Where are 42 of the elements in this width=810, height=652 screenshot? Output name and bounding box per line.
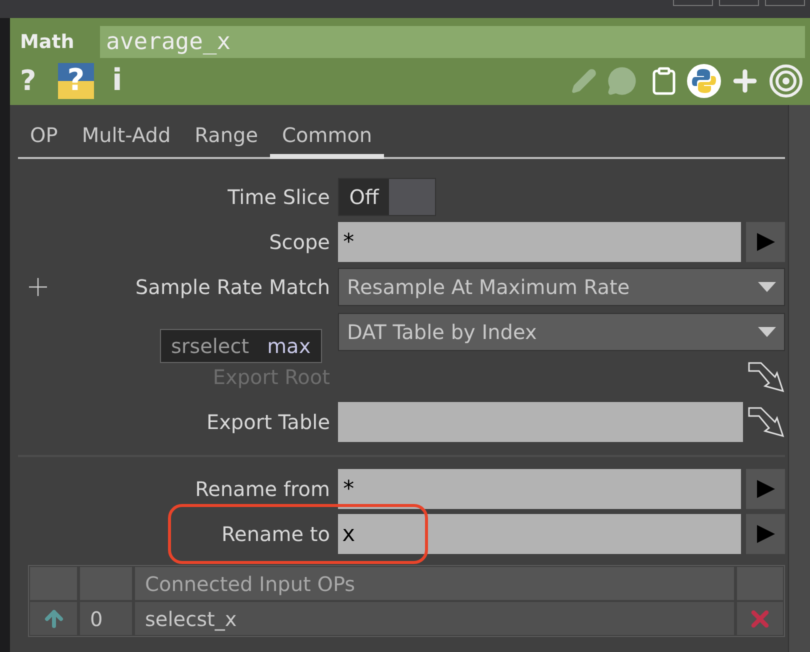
param-label: Time Slice: [228, 184, 330, 211]
pencil-icon[interactable]: [571, 68, 597, 94]
python-icon[interactable]: [687, 64, 721, 98]
text-field[interactable]: x: [338, 514, 741, 554]
tab[interactable]: Common: [270, 120, 384, 159]
comment-icon[interactable]: [607, 66, 637, 96]
text-field[interactable]: *: [338, 469, 741, 509]
play-icon: [756, 479, 776, 499]
tooltip-name: srselect: [171, 333, 250, 360]
tab[interactable]: OP: [18, 120, 70, 159]
dropdown-caret-icon: [758, 327, 776, 337]
table-cell: selecst_x: [135, 602, 734, 635]
play-button[interactable]: [746, 514, 785, 554]
play-icon: [756, 524, 776, 544]
dropdown-caret-icon: [758, 282, 776, 292]
tab[interactable]: Mult-Add: [70, 120, 183, 159]
table-cell: 0: [80, 602, 132, 635]
window-button[interactable]: [673, 0, 713, 6]
dropdown-menu[interactable]: DAT Table by Index: [338, 313, 785, 351]
tooltip-value: max: [267, 333, 311, 360]
table-header-cell: Connected Input OPs: [135, 567, 734, 600]
info-icon[interactable]: i: [112, 66, 122, 96]
param-label: Rename from: [195, 476, 330, 503]
text-field[interactable]: [338, 402, 743, 442]
operator-type: Math: [20, 30, 76, 55]
play-button[interactable]: [746, 469, 785, 509]
toggle-switch[interactable]: Off: [338, 178, 436, 216]
help-icon[interactable]: ?: [20, 67, 50, 95]
param-label: Export Table: [206, 409, 330, 436]
window-button[interactable]: [719, 0, 759, 6]
play-icon: [756, 232, 776, 252]
param-label: Rename to: [222, 521, 330, 548]
expand-icon[interactable]: [28, 277, 48, 297]
window-button[interactable]: [765, 0, 805, 6]
tab[interactable]: Range: [182, 120, 270, 159]
dropdown-menu[interactable]: Resample At Maximum Rate: [338, 268, 785, 306]
scrollbar[interactable]: [788, 105, 810, 652]
target-icon[interactable]: [769, 64, 803, 98]
param-label: Sample Rate Match: [135, 274, 330, 301]
text-field[interactable]: *: [338, 222, 741, 262]
play-button[interactable]: [746, 222, 785, 262]
param-label: Scope: [269, 229, 330, 256]
